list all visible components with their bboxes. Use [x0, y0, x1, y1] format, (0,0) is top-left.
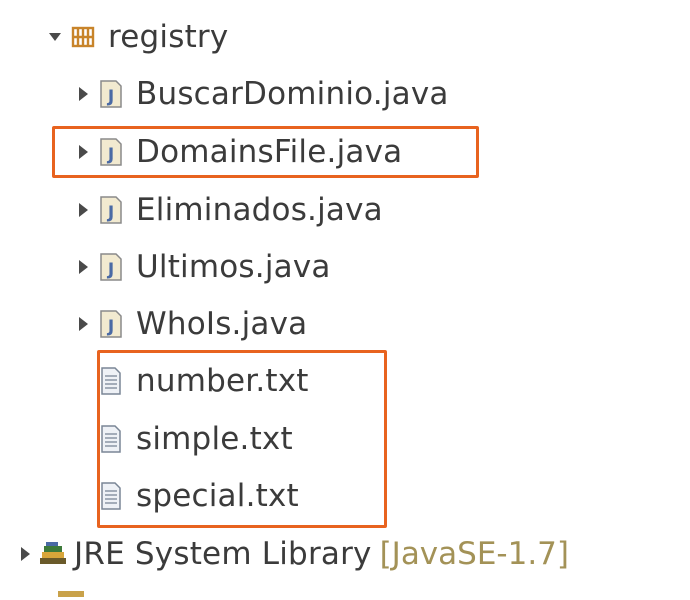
- collapsed-arrow-icon[interactable]: [70, 190, 96, 230]
- tree-item-java-file[interactable]: J Eliminados.java: [70, 181, 383, 239]
- java-file-icon: J: [96, 135, 126, 169]
- package-label: registry: [108, 19, 229, 55]
- java-file-icon: J: [96, 250, 126, 284]
- text-file-icon: [96, 479, 126, 513]
- file-label: DomainsFile.java: [136, 134, 403, 170]
- package-icon: [68, 20, 98, 54]
- file-label: special.txt: [136, 478, 299, 514]
- java-file-icon: J: [96, 77, 126, 111]
- tree-item-jre-library[interactable]: JRE System Library [JavaSE-1.7]: [12, 525, 569, 583]
- java-file-icon: J: [96, 307, 126, 341]
- collapsed-arrow-icon[interactable]: [70, 304, 96, 344]
- library-version-decoration: [JavaSE-1.7]: [379, 536, 569, 572]
- collapsed-arrow-icon[interactable]: [70, 247, 96, 287]
- partially-visible-tree-item: [40, 588, 520, 600]
- svg-text:J: J: [107, 260, 114, 280]
- svg-text:J: J: [107, 317, 114, 337]
- package-explorer-tree: registry J BuscarDominio.java J DomainsF…: [0, 0, 690, 597]
- file-label: BuscarDominio.java: [136, 76, 449, 112]
- svg-text:J: J: [107, 203, 114, 223]
- file-label: Eliminados.java: [136, 192, 383, 228]
- java-file-icon: J: [96, 193, 126, 227]
- svg-text:J: J: [107, 87, 114, 107]
- tree-item-java-file[interactable]: J Ultimos.java: [70, 238, 331, 296]
- tree-item-text-file[interactable]: simple.txt: [70, 410, 293, 468]
- library-icon: [38, 537, 68, 571]
- file-label: simple.txt: [136, 421, 293, 457]
- collapsed-arrow-icon[interactable]: [70, 74, 96, 114]
- tree-item-text-file[interactable]: number.txt: [70, 352, 309, 410]
- file-label: WhoIs.java: [136, 306, 308, 342]
- library-label: JRE System Library: [74, 536, 372, 572]
- tree-item-java-file[interactable]: J DomainsFile.java: [70, 123, 402, 181]
- collapsed-arrow-icon[interactable]: [70, 132, 96, 172]
- tree-item-text-file[interactable]: special.txt: [70, 467, 299, 525]
- tree-item-registry-package[interactable]: registry: [42, 8, 228, 66]
- text-file-icon: [96, 364, 126, 398]
- tree-item-java-file[interactable]: J WhoIs.java: [70, 295, 307, 353]
- tree-item-java-file[interactable]: J BuscarDominio.java: [70, 65, 449, 123]
- expanded-arrow-icon[interactable]: [42, 17, 68, 57]
- svg-text:J: J: [107, 145, 114, 165]
- file-label: number.txt: [136, 363, 309, 399]
- collapsed-arrow-icon[interactable]: [12, 534, 38, 574]
- file-label: Ultimos.java: [136, 249, 331, 285]
- text-file-icon: [96, 422, 126, 456]
